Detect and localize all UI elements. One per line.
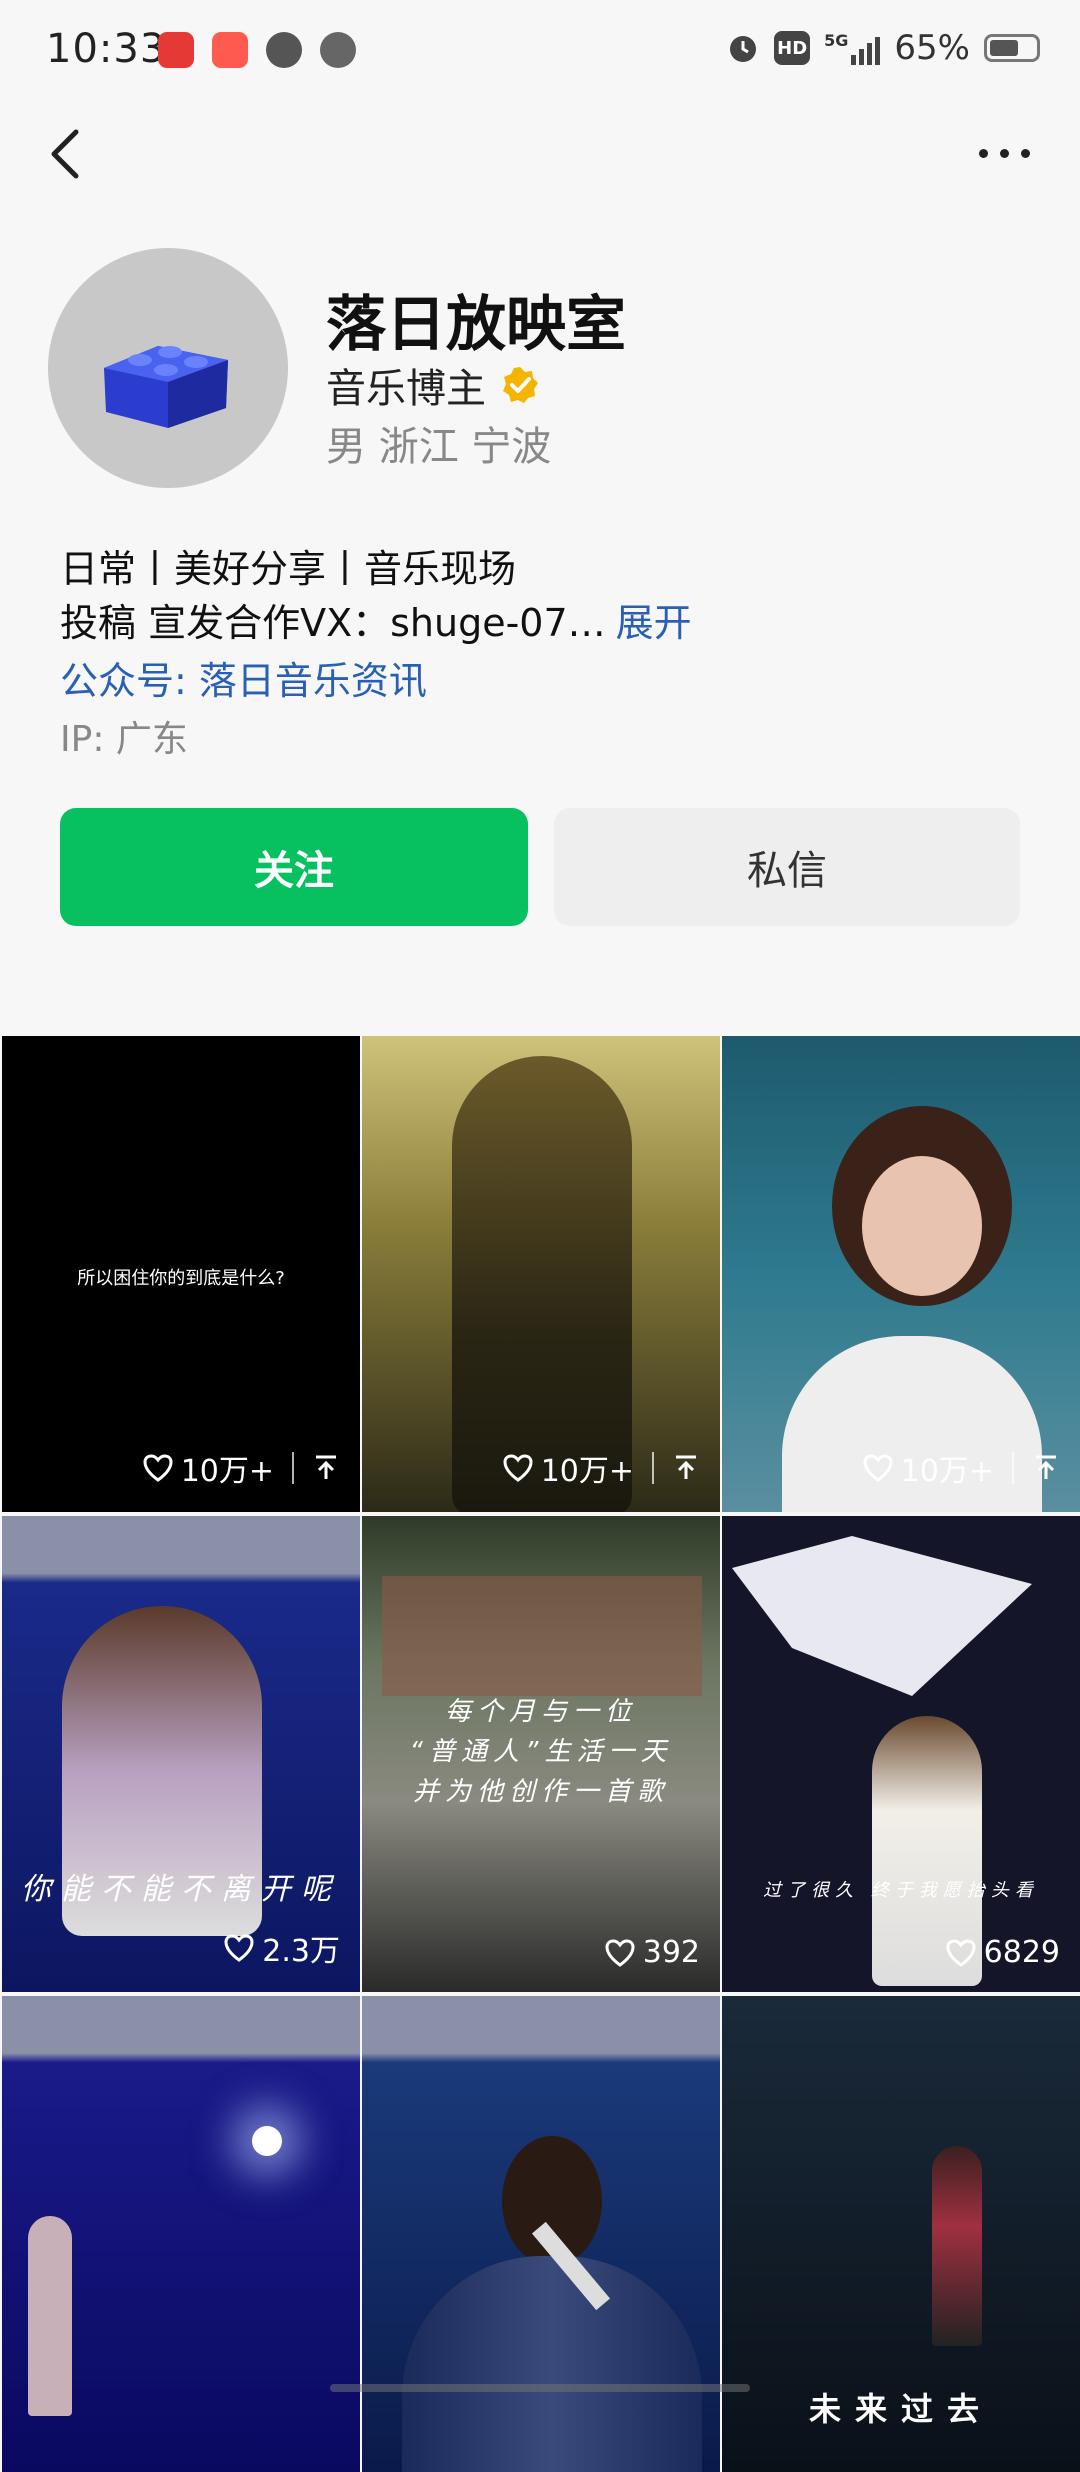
video-tile[interactable]: 你能不能不离开呢 2.3万 — [2, 1516, 360, 1992]
more-dots-icon — [978, 148, 988, 158]
status-time: 10:33 — [46, 26, 167, 72]
video-stats: 10万+ — [503, 1446, 700, 1490]
divider — [652, 1452, 654, 1484]
like-count: 6829 — [983, 1935, 1060, 1970]
divider — [292, 1452, 294, 1484]
more-button[interactable] — [964, 128, 1044, 178]
signal-icon: 5G — [824, 31, 881, 65]
battery-percent: 65% — [894, 28, 970, 68]
hd-badge: HD — [774, 31, 811, 65]
pinned-icon — [676, 1455, 696, 1479]
heart-icon — [143, 1454, 173, 1482]
follow-button[interactable]: 关注 — [60, 808, 528, 926]
video-tile[interactable]: 10万+ — [722, 1036, 1080, 1512]
shopping-app-icon — [212, 32, 248, 68]
singer-figure — [28, 2216, 72, 2416]
video-caption: 每个月与一位 “普通人”生活一天 并为他创作一首歌 — [409, 1697, 673, 1807]
video-stats: 10万+ — [863, 1446, 1060, 1490]
verified-badge-icon — [503, 367, 538, 403]
pinned-icon — [316, 1455, 336, 1479]
official-account-link[interactable]: 公众号: 落日音乐资讯 — [60, 650, 427, 705]
expand-link[interactable]: 展开 — [616, 601, 692, 645]
video-tile[interactable]: 10万+ — [362, 1036, 720, 1512]
video-caption: 未来过去 — [808, 2390, 993, 2428]
like-count: 10万+ — [540, 1454, 634, 1489]
video-stats: 6829 — [946, 1935, 1060, 1970]
divider — [1012, 1452, 1014, 1484]
like-count: 392 — [642, 1935, 700, 1970]
back-button[interactable] — [40, 124, 100, 184]
home-indicator[interactable] — [330, 2384, 750, 2392]
like-count: 10万+ — [180, 1454, 274, 1489]
singer-figure — [932, 2146, 982, 2346]
singer-face — [862, 1156, 982, 1296]
alarm-icon — [730, 36, 757, 62]
video-tile[interactable]: 未来过去 — [722, 1996, 1080, 2472]
video-tile[interactable]: 过了很久 终于我愿抬头看 6829 — [722, 1516, 1080, 1992]
like-count: 2.3万 — [262, 1934, 340, 1969]
gauge-app-icon — [266, 32, 302, 68]
pinned-icon — [1036, 1455, 1056, 1479]
bio-line-1: 日常丨美好分享丨音乐现场 — [60, 547, 517, 591]
video-caption: 过了很久 终于我愿抬头看 — [763, 1880, 1039, 1901]
profile-name: 落日放映室 — [326, 290, 626, 360]
stage-light — [252, 2126, 282, 2156]
profile-role: 音乐博主 — [326, 356, 540, 414]
singer-figure — [452, 1056, 632, 1512]
heart-icon — [605, 1938, 635, 1967]
heart-icon — [224, 1934, 254, 1962]
nav-bar — [0, 110, 1080, 200]
message-button[interactable]: 私信 — [554, 808, 1020, 926]
like-count: 10万+ — [900, 1454, 994, 1489]
role-label: 音乐博主 — [326, 366, 486, 412]
heart-icon — [946, 1938, 976, 1967]
heart-icon — [863, 1454, 893, 1482]
building-shape — [382, 1576, 702, 1696]
lego-brick-icon — [104, 346, 228, 428]
video-stats: 392 — [605, 1935, 700, 1970]
ip-location: IP: 广东 — [60, 719, 188, 760]
heart-icon — [503, 1454, 533, 1482]
bio-text: 投稿 宣发合作VX：shuge-07… — [60, 601, 606, 645]
video-tile[interactable] — [2, 1996, 360, 2472]
avatar[interactable] — [48, 248, 288, 488]
red-app-icon — [158, 32, 194, 68]
video-tile[interactable]: 所以困住你的到底是什么? 10万+ — [2, 1036, 360, 1512]
video-stats: 2.3万 — [224, 1926, 340, 1970]
video-tile[interactable]: 每个月与一位 “普通人”生活一天 并为他创作一首歌 392 — [362, 1516, 720, 1992]
network-type: 5G — [824, 31, 849, 50]
video-caption: 所以困住你的到底是什么? — [77, 1268, 285, 1289]
system-indicators: HD 5G 65% — [726, 28, 1040, 68]
singer-body — [402, 2256, 702, 2472]
profile-meta: 男 浙江 宁波 — [326, 424, 552, 470]
notification-icons — [158, 32, 356, 68]
video-tile[interactable] — [362, 1996, 720, 2472]
status-bar: 10:33 HD 5G 65% — [0, 0, 1080, 100]
chevron-left-icon — [51, 129, 79, 179]
video-stats: 10万+ — [143, 1446, 340, 1490]
cat-app-icon — [320, 32, 356, 68]
stage-graphic — [732, 1536, 1032, 1696]
battery-icon — [984, 34, 1040, 62]
video-caption: 你能不能不离开呢 — [21, 1872, 341, 1907]
bio-line-2: 投稿 宣发合作VX：shuge-07… 展开 — [60, 592, 692, 647]
